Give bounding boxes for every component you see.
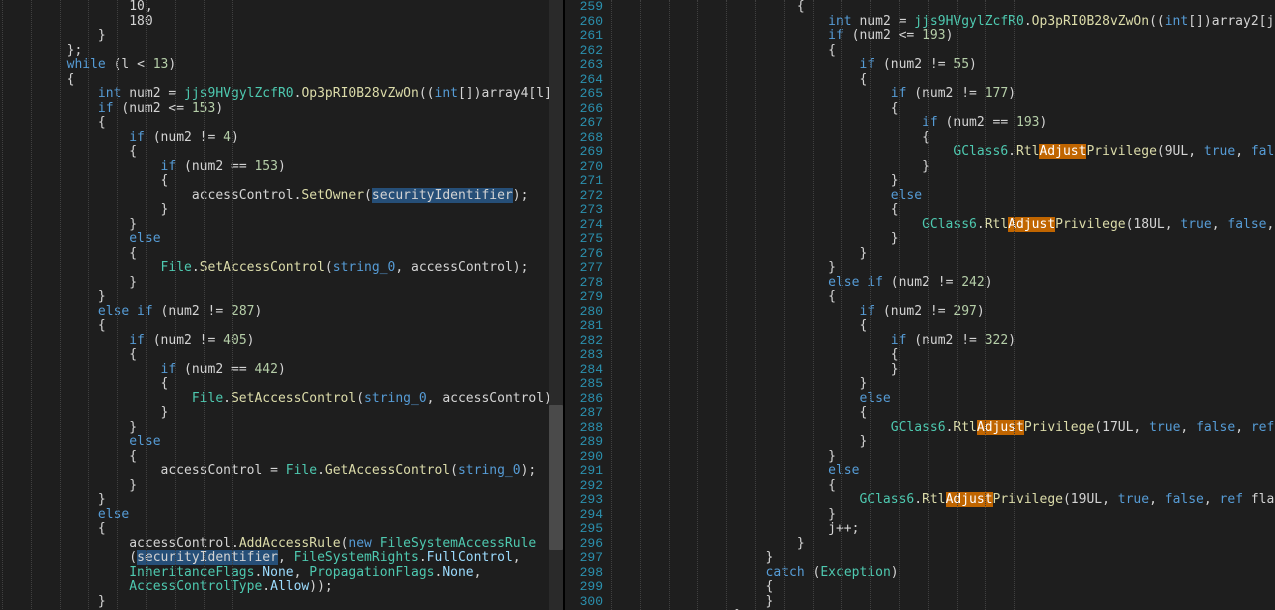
left-scroll-thumb[interactable] — [549, 405, 563, 550]
right-line-gutter: 2592602612622632642652662672682692702712… — [565, 0, 609, 610]
right-code-area[interactable]: { int num2 = jjs9HVgylZcfR0.Op3pRI0B28vZ… — [609, 0, 1275, 610]
left-editor-pane[interactable]: 10, 180 } }; while (l < 13) { int num2 =… — [0, 0, 563, 610]
left-code-area[interactable]: 10, 180 } }; while (l < 13) { int num2 =… — [0, 0, 563, 609]
right-editor-pane[interactable]: 2592602612622632642652662672682692702712… — [565, 0, 1275, 610]
split-view: 10, 180 } }; while (l < 13) { int num2 =… — [0, 0, 1275, 610]
left-scrollbar[interactable] — [549, 0, 563, 610]
